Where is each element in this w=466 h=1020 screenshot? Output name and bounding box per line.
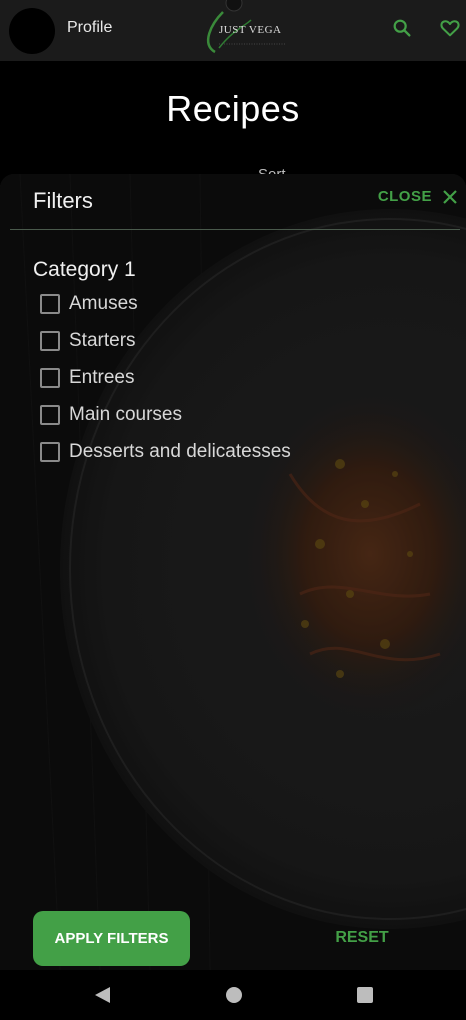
profile-label[interactable]: Profile — [67, 19, 112, 37]
filter-option-starters[interactable]: Starters — [40, 328, 136, 354]
checkbox[interactable] — [40, 294, 60, 314]
apply-filters-button[interactable]: APPLY FILTERS — [33, 911, 190, 966]
navigation-bar — [0, 970, 466, 1020]
category-title: Category 1 — [33, 258, 136, 281]
option-label[interactable]: Main courses — [69, 404, 182, 426]
close-icon[interactable] — [442, 189, 458, 205]
option-label[interactable]: Desserts and delicatesses — [69, 441, 291, 463]
recents-icon[interactable] — [353, 983, 377, 1007]
filter-option-main-courses[interactable]: Main courses — [40, 402, 182, 428]
filter-option-entrees[interactable]: Entrees — [40, 365, 134, 391]
option-label[interactable]: Entrees — [69, 367, 134, 389]
reset-button[interactable]: RESET — [322, 929, 402, 947]
filter-sheet: Filters CLOSE Category 1 Amuses Starters… — [0, 174, 466, 970]
close-label[interactable]: CLOSE — [378, 188, 432, 205]
option-label[interactable]: Starters — [69, 330, 136, 352]
filter-header: Filters CLOSE — [10, 174, 460, 230]
avatar[interactable] — [9, 8, 55, 54]
checkbox[interactable] — [40, 331, 60, 351]
close-button[interactable]: CLOSE — [378, 188, 458, 205]
checkbox[interactable] — [40, 405, 60, 425]
option-label[interactable]: Amuses — [69, 293, 138, 315]
logo-text: JUST VEGA — [219, 24, 282, 36]
back-icon[interactable] — [91, 983, 115, 1007]
filter-option-desserts[interactable]: Desserts and delicatesses — [40, 439, 291, 465]
checkbox[interactable] — [40, 368, 60, 388]
filter-option-amuses[interactable]: Amuses — [40, 291, 138, 317]
top-bar: Profile JUST VEGA — [0, 0, 466, 61]
filters-title: Filters — [33, 188, 93, 213]
checkbox[interactable] — [40, 442, 60, 462]
home-icon[interactable] — [222, 983, 246, 1007]
page-title: Recipes — [166, 88, 300, 129]
search-icon[interactable] — [391, 17, 413, 39]
heart-icon[interactable] — [439, 17, 461, 39]
